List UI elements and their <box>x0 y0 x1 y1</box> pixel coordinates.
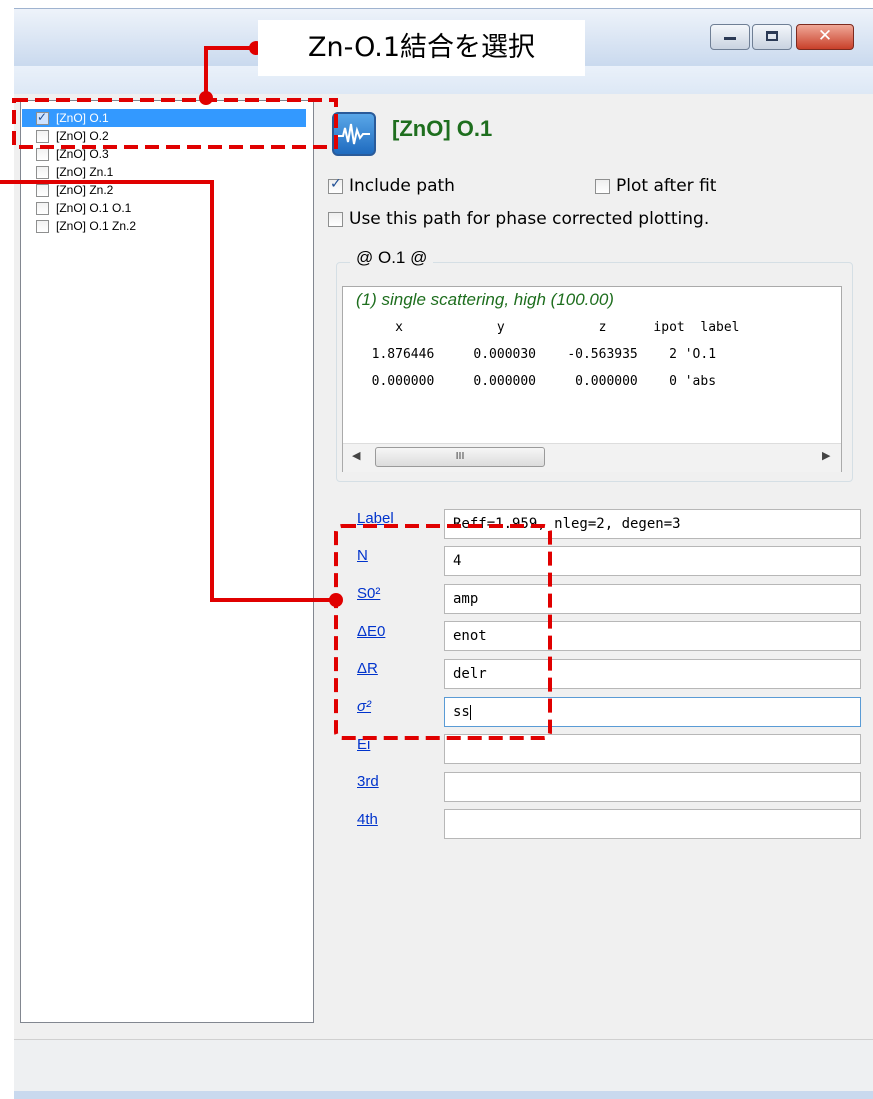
connector-dot <box>329 593 343 607</box>
parameter-connector <box>0 180 336 602</box>
parameter-highlight-box <box>334 524 552 740</box>
callout-label: Zn-O.1結合を選択 <box>258 20 585 76</box>
callout-dot <box>199 91 213 105</box>
callout-connector <box>204 46 258 98</box>
annotation-overlay <box>0 41 552 740</box>
selection-highlight-box <box>12 98 338 149</box>
